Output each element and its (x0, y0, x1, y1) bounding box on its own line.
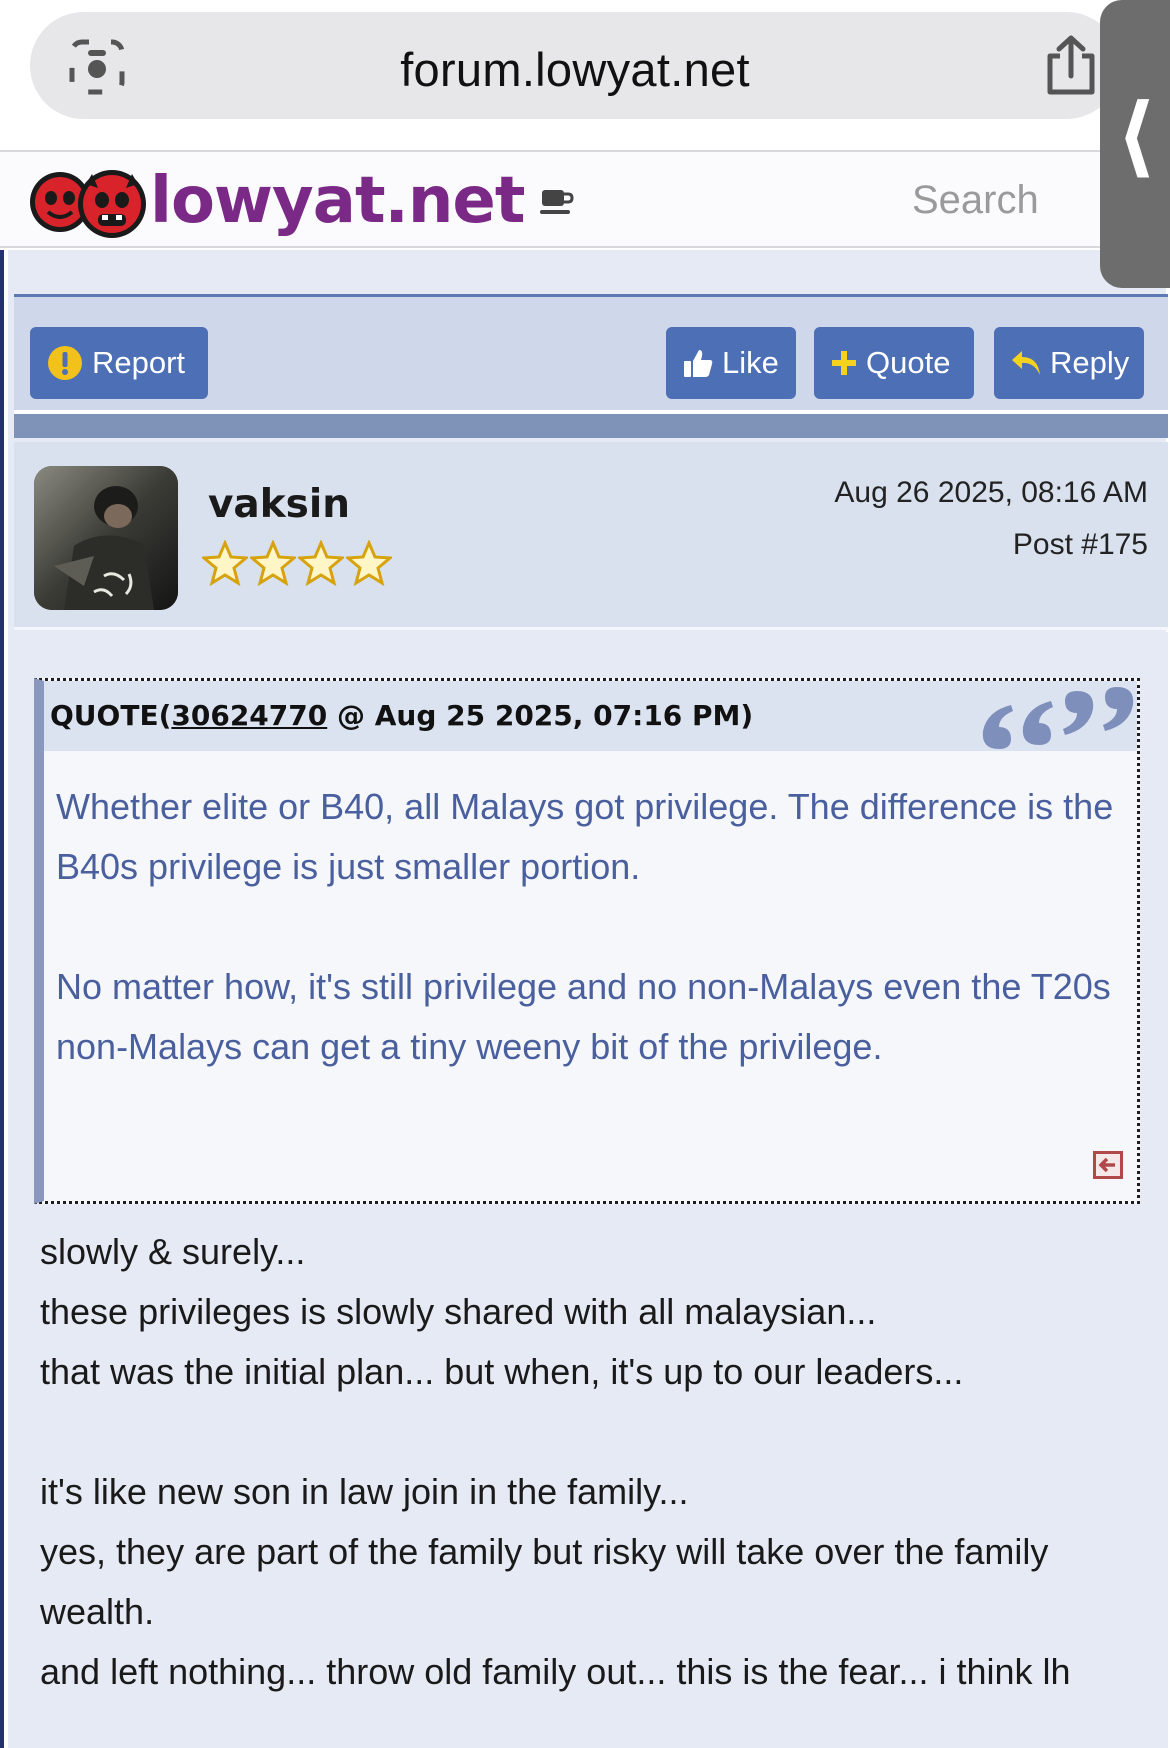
star-icon (298, 540, 344, 586)
chevron-left-icon: ⟨ (1116, 84, 1157, 187)
view-post-icon[interactable] (1093, 1151, 1123, 1179)
post-container: Report Like Quote Reply vaksin Aug 26 20… (8, 250, 1168, 1748)
site-logo[interactable]: lowyat.net (26, 160, 525, 242)
report-button[interactable]: Report (30, 327, 208, 399)
quote-header: QUOTE(30624770 @ Aug 25 2025, 07:16 PM) (44, 681, 1137, 751)
star-icon (346, 540, 392, 586)
report-label: Report (92, 345, 186, 380)
quote-prefix: QUOTE( (50, 699, 172, 732)
message-line: yes, they are part of the family but ris… (40, 1531, 1049, 1632)
avatar[interactable] (34, 466, 178, 610)
post-body: QUOTE(30624770 @ Aug 25 2025, 07:16 PM) … (14, 632, 1168, 1748)
quote-block: QUOTE(30624770 @ Aug 25 2025, 07:16 PM) … (34, 678, 1140, 1204)
browser-toolbar: forum.lowyat.net (0, 0, 1170, 150)
post-number[interactable]: Post #175 (1013, 528, 1148, 562)
post-date: Aug 26 2025, 08:16 AM (834, 476, 1148, 509)
message-line (40, 1402, 1150, 1462)
member-rank-stars (202, 540, 392, 586)
message-line: that was the initial plan... but when, i… (40, 1351, 964, 1392)
address-bar[interactable]: forum.lowyat.net (30, 12, 1120, 119)
search-field[interactable]: Search (912, 178, 1039, 223)
post-header: vaksin Aug 26 2025, 08:16 AM Post #175 (14, 442, 1168, 630)
message-line: it's like new son in law join in the fam… (40, 1471, 689, 1512)
quote-button[interactable]: Quote (814, 327, 974, 399)
reply-label: Reply (1050, 345, 1130, 380)
forum-content: Report Like Quote Reply vaksin Aug 26 20… (0, 250, 1170, 1748)
message-line: slowly & surely... (40, 1231, 306, 1272)
quote-paragraph: No matter how, it's still privilege and … (56, 966, 1111, 1067)
message-line: these privileges is slowly shared with a… (40, 1291, 877, 1332)
reply-button[interactable]: Reply (994, 327, 1144, 399)
post-divider (14, 410, 1168, 438)
side-handle[interactable]: ⟨ (1100, 0, 1170, 288)
quote-source-link[interactable]: 30624770 (171, 699, 327, 732)
like-button[interactable]: Like (666, 327, 796, 399)
star-icon (202, 540, 248, 586)
quote-paragraph: Whether elite or B40, all Malays got pri… (56, 786, 1114, 887)
post-message: slowly & surely... these privileges is s… (40, 1222, 1150, 1702)
thumbs-up-icon (682, 347, 714, 379)
username[interactable]: vaksin (208, 482, 350, 527)
share-icon[interactable] (1042, 34, 1100, 98)
plus-icon (830, 349, 858, 377)
url-text[interactable]: forum.lowyat.net (30, 42, 1120, 97)
quote-text: Whether elite or B40, all Malays got pri… (56, 777, 1116, 1077)
quote-label: Quote (866, 345, 951, 380)
logo-text: lowyat.net (150, 164, 525, 238)
star-icon (250, 540, 296, 586)
site-header: lowyat.net Search (0, 150, 1170, 248)
quote-title: QUOTE(30624770 @ Aug 25 2025, 07:16 PM) (50, 699, 753, 732)
message-line: and left nothing... throw old family out… (40, 1651, 1071, 1692)
devil-mascot-icon (30, 170, 146, 238)
coffee-cup-icon[interactable] (540, 186, 574, 216)
warning-icon (46, 344, 84, 382)
like-label: Like (722, 345, 779, 380)
quote-suffix: @ Aug 25 2025, 07:16 PM) (327, 699, 754, 732)
post-action-bar: Report Like Quote Reply (14, 294, 1168, 410)
reply-arrow-icon (1010, 349, 1042, 377)
quote-marks-icon (982, 687, 1134, 749)
